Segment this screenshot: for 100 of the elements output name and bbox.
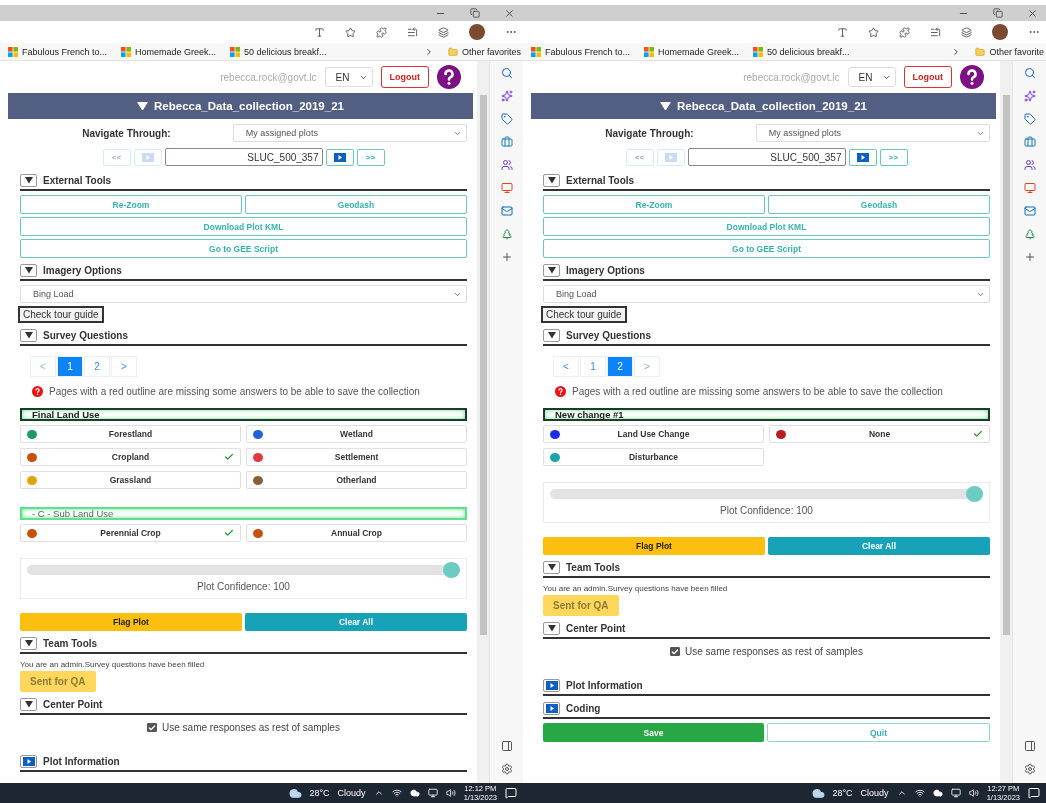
bookmark-link[interactable]: Fabulous French to... — [531, 46, 631, 57]
language-select[interactable]: EN — [324, 67, 373, 87]
answer-option[interactable]: Wetland — [246, 425, 467, 443]
bookmark-link[interactable]: 50 delicious breakf... — [753, 46, 850, 57]
tour-guide-button[interactable]: Check tour guide — [18, 306, 104, 323]
search-icon[interactable] — [500, 67, 513, 79]
people-icon[interactable] — [1023, 159, 1036, 171]
language-select[interactable]: EN — [847, 67, 896, 87]
panel-icon[interactable] — [500, 740, 513, 752]
imagery-select[interactable]: Bing Load — [543, 285, 990, 303]
network-icon[interactable] — [914, 788, 925, 798]
favorite-icon[interactable] — [345, 26, 356, 38]
bookmark-link[interactable]: Homemade Greek... — [644, 46, 740, 57]
mail-icon[interactable] — [500, 205, 513, 217]
close-icon[interactable] — [1027, 7, 1038, 19]
scrollbar[interactable] — [477, 61, 489, 783]
scrollbar-thumb[interactable] — [1002, 95, 1010, 635]
bookmark-folder[interactable]: Other favorite — [975, 46, 1044, 57]
toggle-button[interactable] — [20, 755, 37, 768]
toggle-button[interactable] — [20, 698, 37, 711]
answer-option[interactable]: None — [769, 425, 990, 443]
bookmark-link[interactable]: Fabulous French to... — [8, 46, 108, 57]
volume-icon[interactable] — [445, 788, 456, 798]
bookmark-link[interactable]: Homemade Greek... — [121, 46, 217, 57]
toggle-button[interactable] — [20, 174, 37, 187]
plot-id-field[interactable]: SLUC_500_357 — [164, 148, 323, 166]
settings-icon[interactable] — [500, 763, 513, 775]
add-icon[interactable] — [500, 251, 513, 263]
tree-icon[interactable] — [500, 228, 513, 240]
slider-thumb[interactable] — [966, 486, 983, 502]
answer-option[interactable]: Settlement — [246, 448, 467, 466]
tag-icon[interactable] — [1023, 113, 1036, 125]
panel-icon[interactable] — [1023, 740, 1036, 752]
tree-icon[interactable] — [1023, 228, 1036, 240]
chevron-icon[interactable] — [896, 788, 907, 798]
answer-option[interactable]: Forestland — [20, 425, 241, 443]
notification-icon[interactable] — [1028, 787, 1040, 799]
page-button[interactable]: 2 — [607, 356, 633, 377]
imagery-select[interactable]: Bing Load — [20, 285, 467, 303]
network-icon[interactable] — [391, 788, 402, 798]
tour-guide-button[interactable]: Check tour guide — [541, 306, 627, 323]
navigate-select[interactable]: My assigned plots — [232, 124, 467, 142]
restore-icon[interactable] — [993, 8, 1003, 18]
confidence-slider[interactable] — [550, 489, 983, 499]
checkbox[interactable] — [147, 723, 158, 732]
toggle-button[interactable] — [543, 679, 560, 692]
next-plot-button[interactable] — [325, 148, 354, 166]
toggle-button[interactable] — [20, 329, 37, 342]
briefcase-icon[interactable] — [500, 136, 513, 148]
slider-thumb[interactable] — [443, 562, 460, 578]
collections-icon[interactable] — [961, 26, 972, 38]
page-button[interactable]: 2 — [84, 356, 110, 377]
notification-icon[interactable] — [505, 787, 517, 799]
bookmark-folder[interactable]: Other favorites — [447, 46, 521, 57]
sparkle-icon[interactable] — [1023, 90, 1036, 102]
logout-button[interactable]: Logout — [903, 66, 952, 88]
favorite-icon[interactable] — [868, 26, 879, 38]
page-button[interactable]: > — [111, 356, 137, 377]
chevron-icon[interactable] — [373, 788, 384, 798]
volume-icon[interactable] — [968, 788, 979, 798]
extensions-icon[interactable] — [376, 26, 387, 38]
answer-option[interactable]: Disturbance — [543, 448, 764, 466]
restore-icon[interactable] — [470, 8, 480, 18]
answer-option[interactable]: Annual Crop — [246, 524, 467, 542]
toggle-button[interactable] — [543, 174, 560, 187]
mail-icon[interactable] — [1023, 205, 1036, 217]
search-icon[interactable] — [1023, 67, 1036, 79]
avatar-icon[interactable] — [469, 24, 485, 40]
settings-icon[interactable] — [1023, 763, 1036, 775]
tag-icon[interactable] — [500, 113, 513, 125]
avatar-icon[interactable] — [992, 24, 1008, 40]
scrollbar[interactable] — [1000, 61, 1012, 783]
next-plot-button[interactable] — [848, 148, 877, 166]
scrollbar-thumb[interactable] — [479, 95, 487, 635]
add-icon[interactable] — [1023, 251, 1036, 263]
checkbox[interactable] — [670, 647, 681, 656]
toggle-button[interactable] — [543, 702, 560, 715]
extensions-icon[interactable] — [899, 26, 910, 38]
plot-id-field[interactable]: SLUC_500_357 — [687, 148, 846, 166]
answer-option[interactable]: Land Use Change — [543, 425, 764, 443]
answer-option[interactable]: Otherland — [246, 471, 467, 489]
toggle-button[interactable] — [543, 264, 560, 277]
display-icon[interactable] — [950, 788, 961, 798]
sparkle-icon[interactable] — [500, 90, 513, 102]
confidence-slider[interactable] — [27, 565, 460, 575]
favorites-icon[interactable] — [407, 26, 418, 38]
display-icon[interactable] — [427, 788, 438, 798]
toggle-button[interactable] — [20, 264, 37, 277]
project-header[interactable]: Rebecca_Data_collection_2019_21 — [531, 93, 996, 119]
navigate-select[interactable]: My assigned plots — [755, 124, 990, 142]
page-button[interactable]: 1 — [580, 356, 606, 377]
toggle-button[interactable] — [543, 622, 560, 635]
answer-option[interactable]: Cropland — [20, 448, 241, 466]
project-header[interactable]: Rebecca_Data_collection_2019_21 — [8, 93, 473, 119]
bookmark-link[interactable]: 50 delicious breakf... — [230, 46, 327, 57]
flag-button[interactable]: Flag Plot — [543, 537, 765, 555]
briefcase-icon[interactable] — [1023, 136, 1036, 148]
close-icon[interactable] — [504, 7, 515, 19]
toggle-button[interactable] — [20, 637, 37, 650]
answer-option[interactable]: Perennial Crop — [20, 524, 241, 542]
